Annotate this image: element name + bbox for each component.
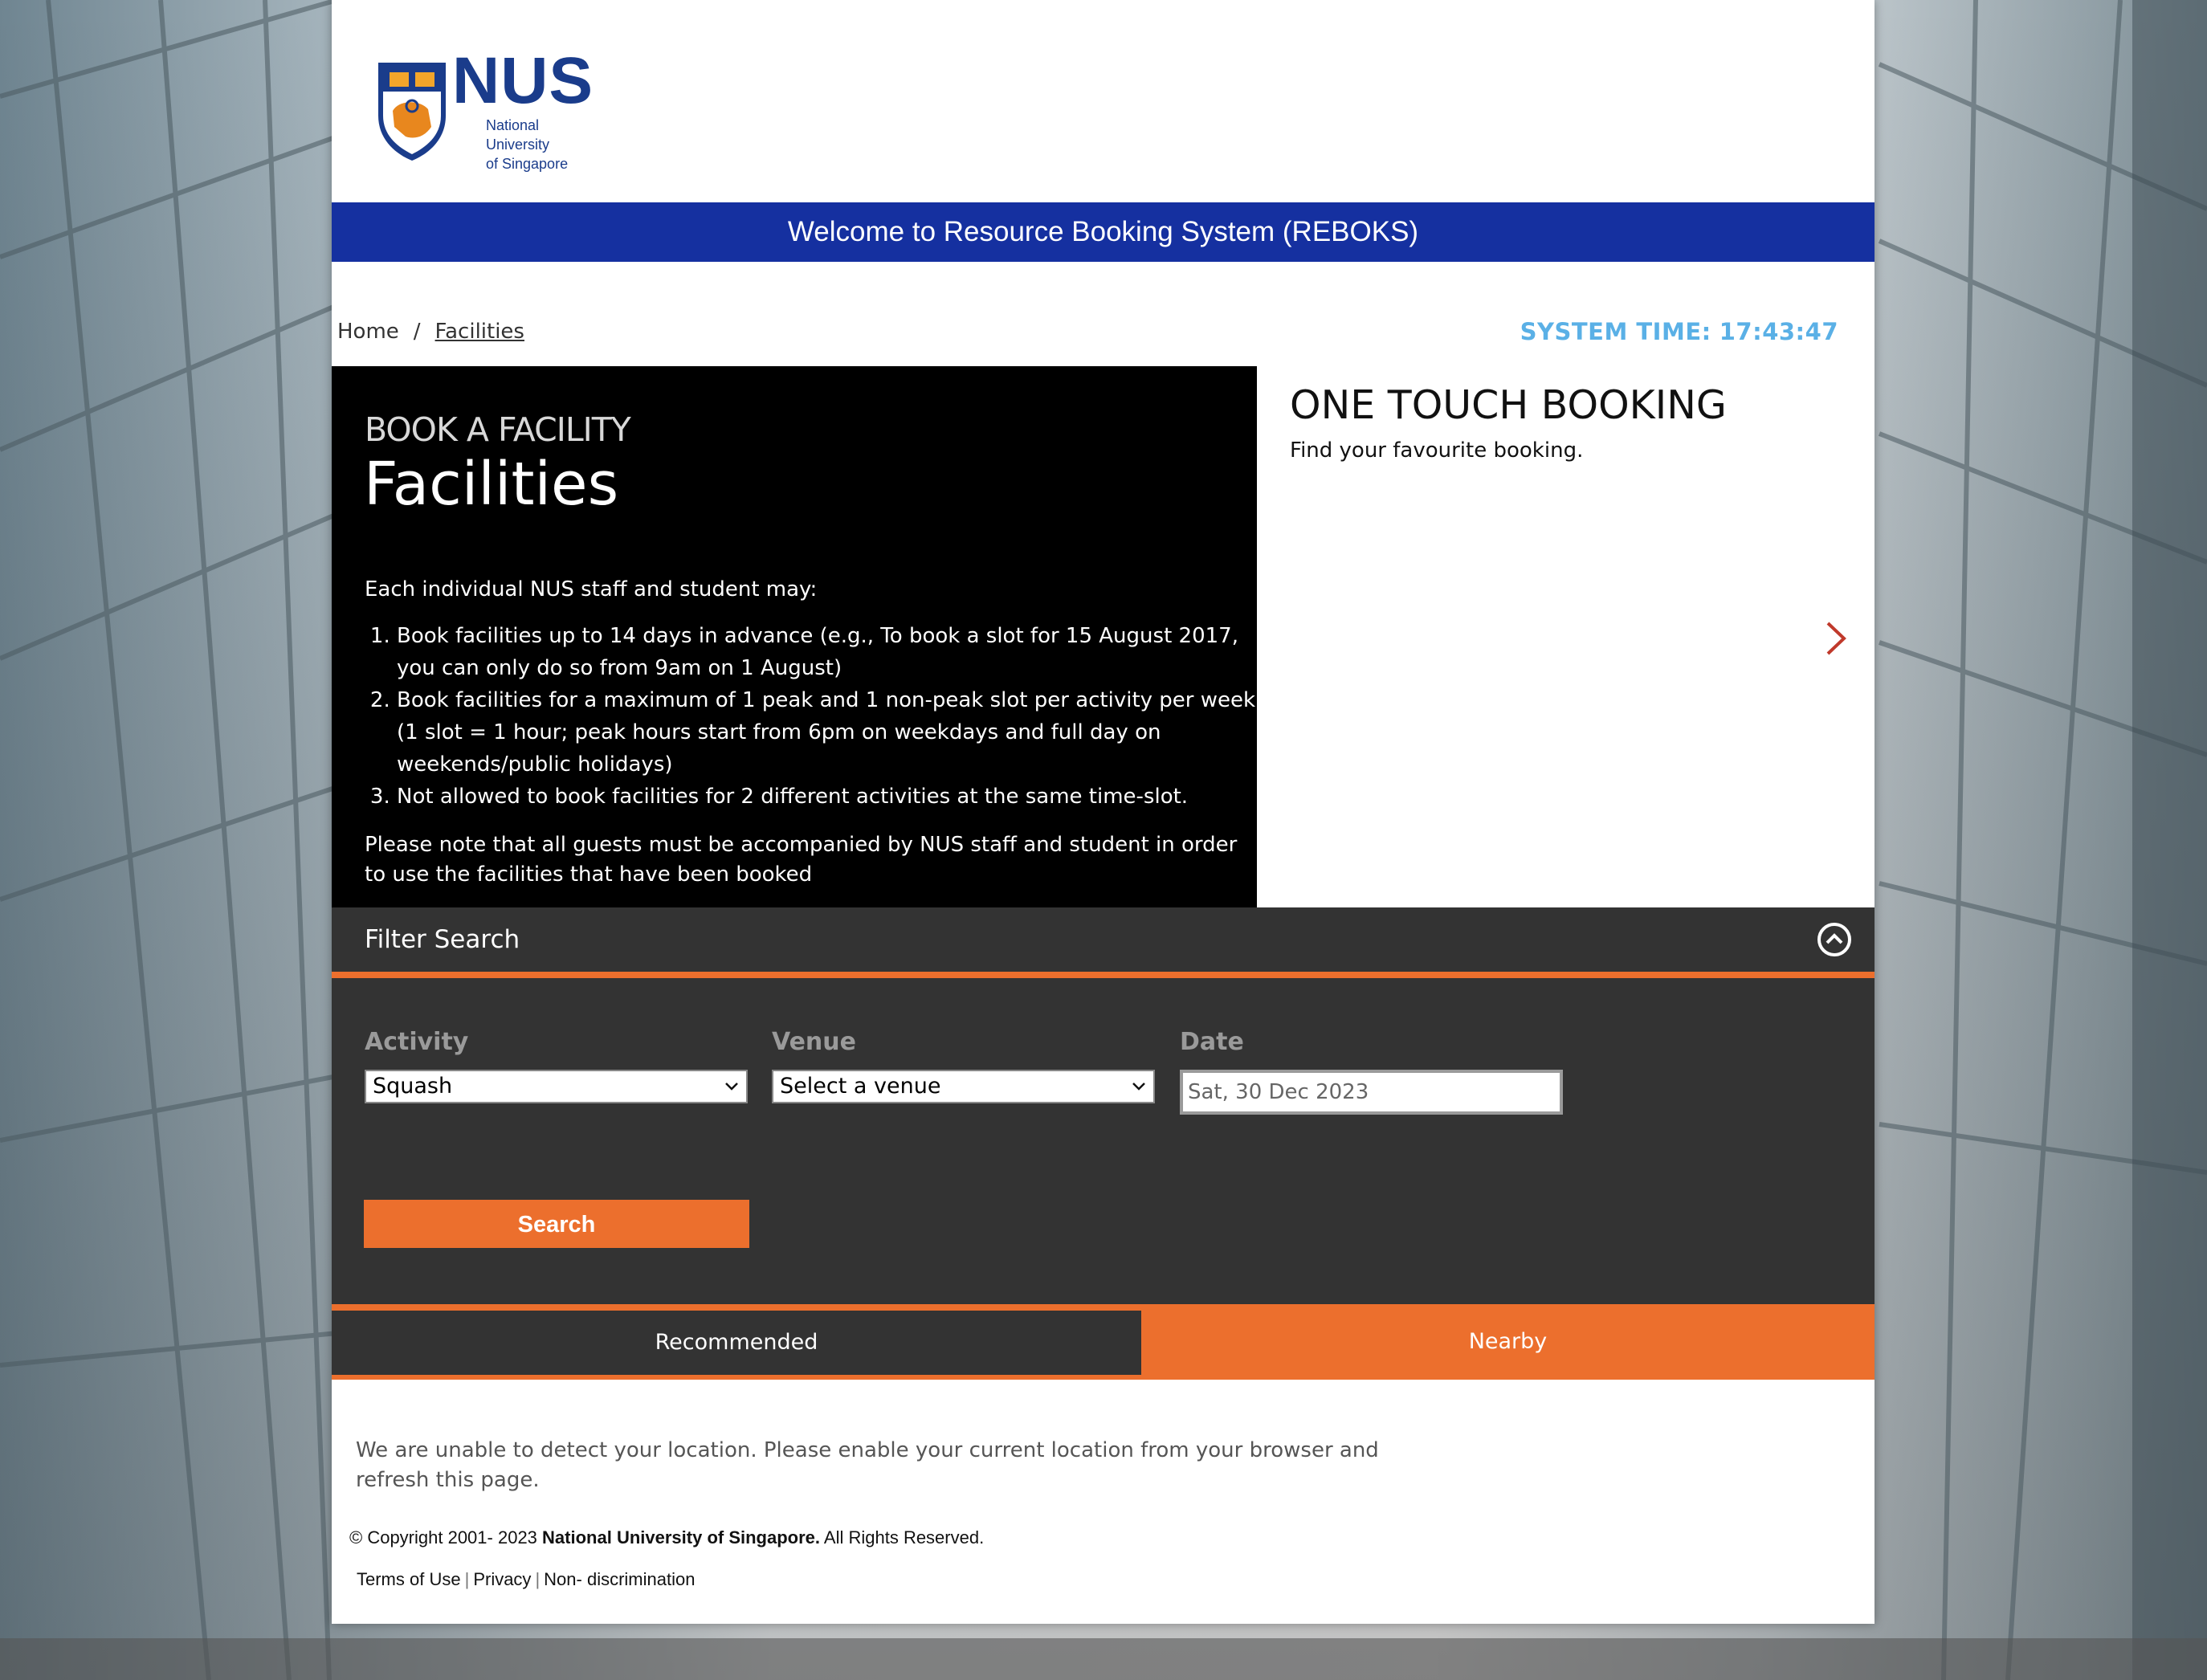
activity-selected-value: Squash [373,1074,453,1099]
logo-line-1: National University [486,117,550,153]
tab-recommended[interactable]: Recommended [332,1311,1141,1375]
search-button[interactable]: Search [364,1200,749,1248]
info-intro: Each individual NUS staff and student ma… [365,577,818,601]
logo-line-2: of Singapore [486,156,569,172]
footer-divider: | [464,1569,470,1589]
breadcrumb: Home / Facilities [337,320,524,344]
welcome-banner: Welcome to Resource Booking System (REBO… [332,202,1875,262]
breadcrumb-facilities[interactable]: Facilities [435,320,524,344]
venue-select[interactable]: Select a venue [772,1070,1155,1103]
system-time-label: SYSTEM TIME: [1520,318,1711,345]
booking-rules-list: Book facilities up to 14 days in advance… [365,620,1264,813]
system-time-value: 17:43:47 [1719,318,1838,345]
date-input[interactable]: Sat, 30 Dec 2023 [1180,1070,1563,1115]
footer-link-non-discrimination[interactable]: Non- discrimination [544,1569,695,1589]
copyright-prefix: © Copyright 2001- 2023 [349,1527,537,1547]
guest-note: Please note that all guests must be acco… [365,833,1238,887]
footer-link-privacy[interactable]: Privacy [473,1569,531,1589]
venue-label: Venue [772,1028,856,1056]
footer-links: Terms of Use | Privacy | Non- discrimination [357,1569,695,1590]
nus-crest-icon [378,63,446,161]
main-card: NUS National University of Singapore Wel… [332,0,1875,1624]
system-time: SYSTEM TIME: 17:43:47 [1520,318,1838,345]
venue-selected-value: Select a venue [780,1074,941,1099]
copyright: © Copyright 2001- 2023 National Universi… [349,1527,984,1548]
chevron-down-icon [725,1083,738,1091]
one-touch-booking-subtitle: Find your favourite booking. [1290,438,1584,463]
activity-select[interactable]: Squash [365,1070,748,1103]
tab-nearby[interactable]: Nearby [1141,1304,1875,1380]
location-message: We are unable to detect your location. P… [356,1438,1379,1492]
date-label: Date [1180,1028,1244,1056]
activity-label: Activity [365,1028,469,1056]
nus-logo[interactable]: NUS National University of Singapore [364,48,605,172]
chevron-up-circle-icon[interactable] [1817,922,1852,957]
logo-subtitle: National University of Singapore [486,116,605,173]
logo-acronym: NUS [452,44,594,117]
filter-search-title: Filter Search [365,925,520,954]
footer-link-terms[interactable]: Terms of Use [357,1569,461,1589]
filter-search-header[interactable]: Filter Search [332,907,1875,978]
facility-info-panel: BOOK A FACILITY Facilities Each individu… [332,366,1257,907]
filter-search-body: Activity Squash Venue Select a venue Dat… [332,978,1875,1304]
rule-item-2: Book facilities for a maximum of 1 peak … [397,684,1264,781]
chevron-right-icon[interactable] [1820,618,1852,659]
breadcrumb-separator: / [413,320,421,344]
page-title: Facilities [364,450,619,519]
rule-item-1: Book facilities up to 14 days in advance… [397,620,1264,684]
one-touch-booking-title: ONE TOUCH BOOKING [1290,382,1727,428]
rule-item-3: Not allowed to book facilities for 2 dif… [397,781,1264,813]
chevron-down-icon [1132,1083,1145,1091]
copyright-org: National University of Singapore. [542,1527,820,1547]
info-kicker: BOOK A FACILITY [365,410,631,449]
copyright-suffix: All Rights Reserved. [823,1527,985,1547]
results-tabs: Recommended Nearby [332,1304,1875,1380]
footer-divider: | [535,1569,541,1589]
breadcrumb-home[interactable]: Home [337,320,399,344]
